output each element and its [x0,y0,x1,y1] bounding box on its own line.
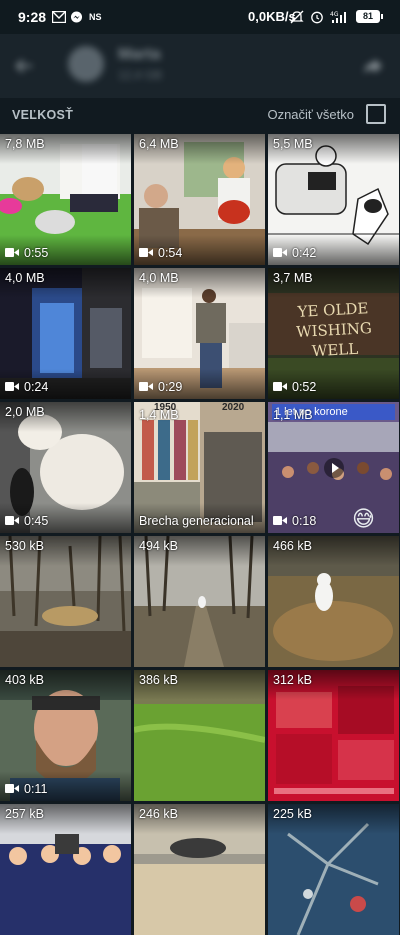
file-size: 3,7 MB [273,271,313,285]
shade [0,369,131,399]
status-time: 9:28 [18,9,47,25]
shade [268,235,399,265]
ns-icon: NS [89,12,102,22]
shade [0,771,131,801]
signal-4g-icon: 4G [330,11,346,23]
sweat-smile-emoji-icon: 😅 [352,506,375,531]
media-tile[interactable]: 312 kB [268,670,399,801]
video-camera-icon [5,784,19,793]
media-tile[interactable]: 386 kB [134,670,265,801]
forward-icon[interactable] [362,55,384,77]
file-size: 2,0 MB [5,405,45,419]
file-size: 4,0 MB [5,271,45,285]
video-duration: 0:55 [24,246,49,260]
video-camera-icon [5,516,19,525]
file-size: 225 kB [273,807,312,821]
sort-by-size-label[interactable]: VEĽKOSŤ [12,108,73,122]
media-tile[interactable]: 1 let po korone 😅 1,1 MB 0:18 [268,402,399,533]
file-size: 312 kB [273,673,312,687]
svg-text:4G: 4G [330,11,339,18]
play-icon[interactable] [324,458,344,478]
media-tile[interactable]: 225 kB [268,804,399,935]
file-size: 494 kB [139,539,178,553]
avatar[interactable] [68,46,104,82]
media-tile[interactable]: 466 kB [268,536,399,667]
media-tile[interactable]: 4,0 MB 0:29 [134,268,265,399]
app-bar: Marta 12,4 GB [0,34,400,98]
media-caption: Brecha generacional [139,514,254,528]
video-camera-icon [5,248,19,257]
file-size: 1,1 MB [273,408,313,422]
mute-icon [290,10,304,24]
shade [268,369,399,399]
back-arrow-icon[interactable] [14,56,34,76]
chat-subtitle: 12,4 GB [118,68,163,82]
media-tile[interactable]: 1950 2020 1,4 MB Brecha generacional [134,402,265,533]
video-duration: 0:52 [292,380,317,394]
shade [0,503,131,533]
file-size: 7,8 MB [5,137,45,151]
media-tile[interactable]: 494 kB [134,536,265,667]
shade [0,235,131,265]
file-size: 6,4 MB [139,137,179,151]
video-camera-icon [139,248,153,257]
media-tile[interactable]: YE OLDE WISHING WELL 3,7 MB 0:52 [268,268,399,399]
media-tile[interactable]: 257 kB [0,804,131,935]
messenger-icon [70,11,83,23]
alarm-icon [311,11,323,24]
file-size: 1,4 MB [139,408,179,422]
video-duration: 0:29 [158,380,183,394]
file-size: 5,5 MB [273,137,313,151]
status-bar: 9:28 NS 0,0KB/s 4G 81 [0,0,400,34]
file-size: 386 kB [139,673,178,687]
file-size: 4,0 MB [139,271,179,285]
media-tile[interactable]: 2,0 MB 0:45 [0,402,131,533]
media-tile[interactable]: 530 kB [0,536,131,667]
video-duration: 0:24 [24,380,49,394]
gmail-icon [52,11,66,23]
file-size: 246 kB [139,807,178,821]
media-tile[interactable]: 5,5 MB 0:42 [268,134,399,265]
chat-title: Marta [118,46,161,63]
select-all-checkbox[interactable] [366,104,386,124]
file-size: 530 kB [5,539,44,553]
shade [134,369,265,399]
video-duration: 0:54 [158,246,183,260]
video-camera-icon [273,382,287,391]
media-tile[interactable]: 246 kB [134,804,265,935]
video-camera-icon [139,382,153,391]
video-duration: 0:18 [292,514,317,528]
file-size: 403 kB [5,673,44,687]
file-size: 257 kB [5,807,44,821]
select-all-label[interactable]: Označiť všetko [267,107,354,122]
video-camera-icon [5,382,19,391]
video-duration: 0:45 [24,514,49,528]
video-camera-icon [273,516,287,525]
shade [134,235,265,265]
section-header: VEĽKOSŤ Označiť všetko [0,98,400,132]
year-label: 2020 [222,402,245,413]
video-camera-icon [273,248,287,257]
media-tile[interactable]: 6,4 MB 0:54 [134,134,265,265]
battery-icon: 81 [356,10,383,23]
media-tile[interactable]: 7,8 MB 0:55 [0,134,131,265]
file-size: 466 kB [273,539,312,553]
media-tile[interactable]: 4,0 MB 0:24 [0,268,131,399]
video-duration: 0:11 [24,782,48,796]
battery-level: 81 [362,11,373,21]
network-speed: 0,0KB/s [248,9,296,24]
media-tile[interactable]: 403 kB 0:11 [0,670,131,801]
sign-text: YE OLDE WISHING WELL [295,299,373,361]
video-duration: 0:42 [292,246,317,260]
